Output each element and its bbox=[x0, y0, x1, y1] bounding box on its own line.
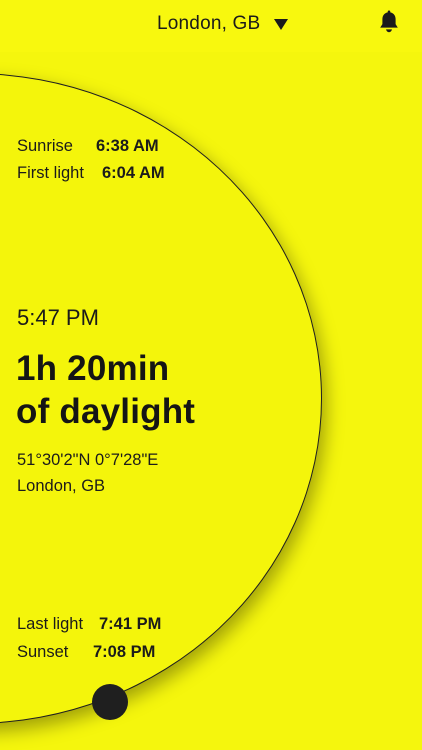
bell-icon bbox=[380, 10, 398, 33]
sunset-label: Sunset bbox=[17, 643, 69, 661]
first-light-row: First light 6:04 AM bbox=[17, 163, 165, 183]
coordinates: 51°30'2"N 0°7'28"E bbox=[17, 451, 159, 469]
location-selector[interactable]: London, GB bbox=[157, 11, 289, 37]
last-light-time: 7:41 PM bbox=[99, 615, 162, 633]
sunrise-row: Sunrise 6:38 AM bbox=[17, 136, 159, 156]
sun-screen: London, GB Sunrise 6:38 AM First light 6… bbox=[0, 0, 422, 750]
bell-button[interactable] bbox=[377, 10, 401, 36]
city-name: London, GB bbox=[17, 477, 106, 495]
last-light-row: Last light 7:41 PM bbox=[17, 614, 161, 634]
last-light-label: Last light bbox=[17, 615, 84, 633]
first-light-label: First light bbox=[17, 164, 84, 182]
sunset-time: 7:08 PM bbox=[93, 643, 156, 661]
location-label: London, GB bbox=[157, 13, 261, 34]
current-time: 5:47 PM bbox=[17, 305, 99, 330]
time-slider-handle[interactable] bbox=[92, 684, 128, 720]
first-light-time: 6:04 AM bbox=[102, 164, 165, 182]
sunrise-label: Sunrise bbox=[17, 137, 73, 155]
top-bar: London, GB bbox=[0, 0, 422, 52]
sunrise-time: 6:38 AM bbox=[96, 137, 159, 155]
sunset-row: Sunset 7:08 PM bbox=[17, 642, 155, 662]
triangle-down-icon bbox=[274, 19, 289, 30]
daylight-duration: 1h 20min bbox=[16, 349, 170, 388]
daylight-caption: of daylight bbox=[16, 392, 196, 431]
